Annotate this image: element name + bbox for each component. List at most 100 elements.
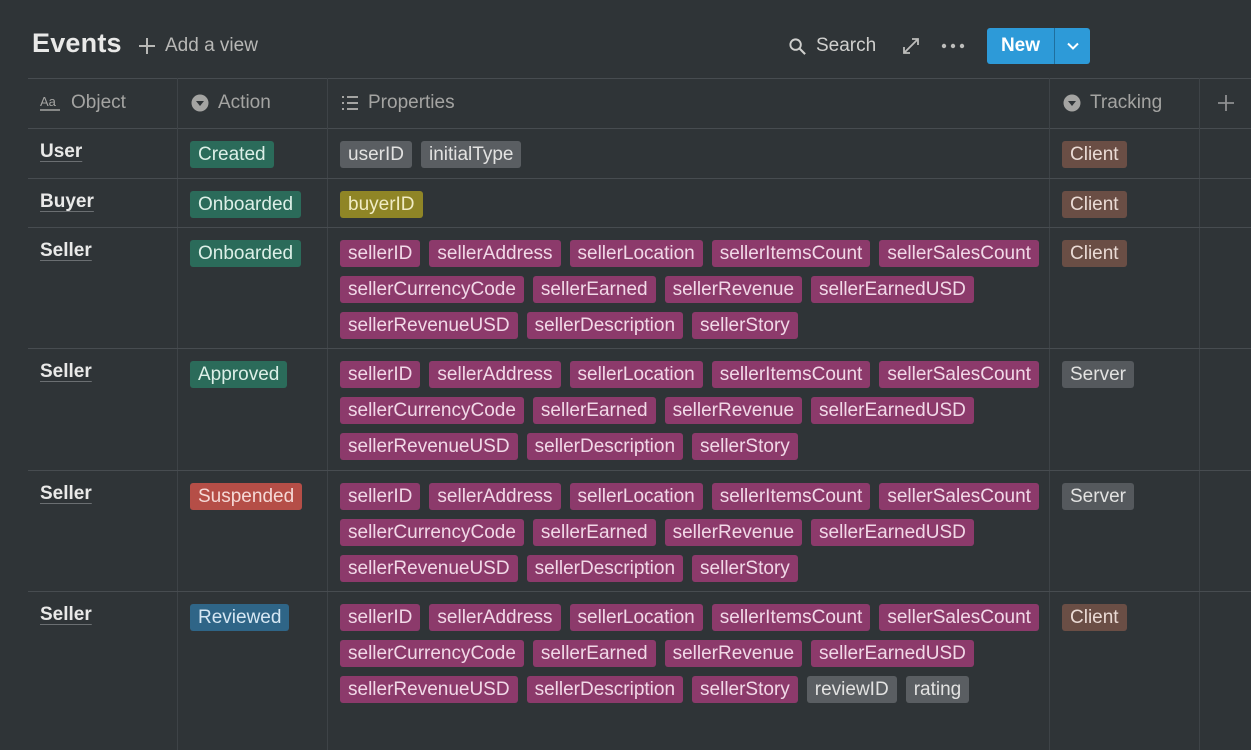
object-cell[interactable]: Seller: [40, 240, 92, 262]
property-tag: sellerRevenueUSD: [340, 555, 518, 582]
action-tag: Onboarded: [190, 191, 302, 218]
object-cell[interactable]: User: [40, 141, 82, 163]
property-tag: sellerItemsCount: [711, 483, 871, 510]
property-tag: sellerSalesCount: [879, 240, 1039, 267]
tracking-tag: Client: [1062, 141, 1127, 168]
property-tag: initialType: [420, 141, 522, 168]
property-tag: sellerEarned: [532, 640, 656, 667]
property-tag: sellerDescription: [526, 312, 684, 339]
new-button-group: New: [987, 28, 1090, 64]
property-tag: sellerStory: [692, 555, 798, 582]
table-row[interactable]: Seller Approved sellerID sellerAddress s…: [28, 349, 1251, 470]
add-view-button[interactable]: Add a view: [137, 33, 258, 59]
property-tag: sellerAddress: [429, 604, 561, 631]
property-tag: sellerRevenueUSD: [340, 433, 518, 460]
property-tag: sellerLocation: [569, 240, 703, 267]
select-icon: [191, 94, 209, 112]
property-tag: sellerItemsCount: [711, 604, 871, 631]
database-header: Events Add a view Search New: [0, 0, 1251, 79]
column-header-label: Tracking: [1090, 92, 1163, 113]
action-tag: Reviewed: [190, 604, 290, 631]
property-tag: sellerStory: [692, 433, 798, 460]
column-header-action[interactable]: Action: [191, 78, 271, 128]
tracking-tag: Client: [1062, 604, 1127, 631]
property-tag: sellerEarned: [532, 397, 656, 424]
property-tag: sellerRevenue: [664, 640, 803, 667]
tracking-tag: Server: [1062, 483, 1134, 510]
property-tag: sellerSalesCount: [879, 604, 1039, 631]
object-cell[interactable]: Seller: [40, 604, 92, 626]
column-header-label: Action: [218, 92, 271, 113]
properties-cell[interactable]: sellerID sellerAddress sellerLocation se…: [340, 240, 1040, 339]
properties-cell[interactable]: sellerID sellerAddress sellerLocation se…: [340, 483, 1040, 582]
action-tag: Onboarded: [190, 240, 302, 267]
plus-icon: [1217, 95, 1234, 111]
property-tag: sellerCurrencyCode: [340, 640, 524, 667]
list-icon: [342, 96, 358, 110]
property-tag: sellerCurrencyCode: [340, 397, 524, 424]
action-tag: Approved: [190, 361, 288, 388]
search-icon: [789, 37, 806, 55]
property-tag: sellerEarnedUSD: [811, 519, 974, 546]
property-tag: sellerAddress: [429, 483, 561, 510]
expand-icon[interactable]: [901, 36, 921, 56]
property-tag: sellerRevenueUSD: [340, 676, 518, 703]
property-tag: sellerEarnedUSD: [811, 640, 974, 667]
property-tag: sellerAddress: [429, 361, 561, 388]
property-tag: sellerAddress: [429, 240, 561, 267]
new-dropdown-button[interactable]: [1055, 28, 1090, 64]
tracking-tag: Server: [1062, 361, 1134, 388]
column-header-object[interactable]: Aa Object: [40, 78, 126, 128]
chevron-down-icon: [1066, 42, 1079, 50]
add-view-label: Add a view: [165, 35, 258, 56]
properties-cell[interactable]: buyerID: [340, 191, 1040, 218]
property-tag: sellerID: [340, 361, 421, 388]
plus-icon: [139, 38, 155, 54]
property-tag: sellerEarned: [532, 519, 656, 546]
column-header-properties[interactable]: Properties: [341, 78, 455, 128]
table-row[interactable]: Seller Onboarded sellerID sellerAddress …: [28, 228, 1251, 348]
tracking-tag: Client: [1062, 240, 1127, 267]
property-tag: sellerLocation: [569, 483, 703, 510]
table-row[interactable]: Buyer Onboarded buyerID Client: [28, 179, 1251, 227]
action-tag: Suspended: [190, 483, 303, 510]
add-column-button[interactable]: [1200, 78, 1251, 128]
table-row[interactable]: User Created userID initialType Client: [28, 129, 1251, 178]
tracking-tag: Client: [1062, 191, 1127, 218]
new-button[interactable]: New: [987, 28, 1054, 64]
property-tag: sellerRevenue: [664, 397, 803, 424]
properties-cell[interactable]: sellerID sellerAddress sellerLocation se…: [340, 361, 1040, 460]
property-tag: reviewID: [806, 676, 897, 703]
page-title[interactable]: Events: [32, 28, 122, 59]
more-options-icon[interactable]: [940, 36, 966, 56]
property-tag: sellerEarnedUSD: [811, 276, 974, 303]
object-cell[interactable]: Buyer: [40, 191, 94, 213]
search-button[interactable]: Search: [788, 33, 876, 59]
properties-cell[interactable]: userID initialType: [340, 141, 1040, 168]
column-header-tracking[interactable]: Tracking: [1063, 78, 1162, 128]
column-header-label: Properties: [368, 92, 455, 113]
property-tag: sellerStory: [692, 676, 798, 703]
property-tag: sellerRevenueUSD: [340, 312, 518, 339]
table-row[interactable]: Seller Reviewed sellerID sellerAddress s…: [28, 592, 1251, 750]
column-header-label: Object: [71, 92, 126, 113]
property-tag: sellerLocation: [569, 361, 703, 388]
property-tag: userID: [340, 141, 412, 168]
property-tag: sellerSalesCount: [879, 361, 1039, 388]
property-tag: sellerDescription: [526, 555, 684, 582]
properties-cell[interactable]: sellerID sellerAddress sellerLocation se…: [340, 604, 1040, 703]
text-aa-icon: Aa: [40, 94, 60, 111]
object-cell[interactable]: Seller: [40, 483, 92, 505]
property-tag: sellerCurrencyCode: [340, 519, 524, 546]
property-tag: sellerDescription: [526, 676, 684, 703]
table-row[interactable]: Seller Suspended sellerID sellerAddress …: [28, 471, 1251, 591]
property-tag: sellerStory: [692, 312, 798, 339]
object-cell[interactable]: Seller: [40, 361, 92, 383]
property-tag: sellerEarned: [532, 276, 656, 303]
property-tag: sellerRevenue: [664, 276, 803, 303]
property-tag: sellerCurrencyCode: [340, 276, 524, 303]
property-tag: buyerID: [340, 191, 423, 218]
property-tag: sellerID: [340, 604, 421, 631]
action-tag: Created: [190, 141, 274, 168]
svg-text:Aa: Aa: [40, 94, 57, 109]
